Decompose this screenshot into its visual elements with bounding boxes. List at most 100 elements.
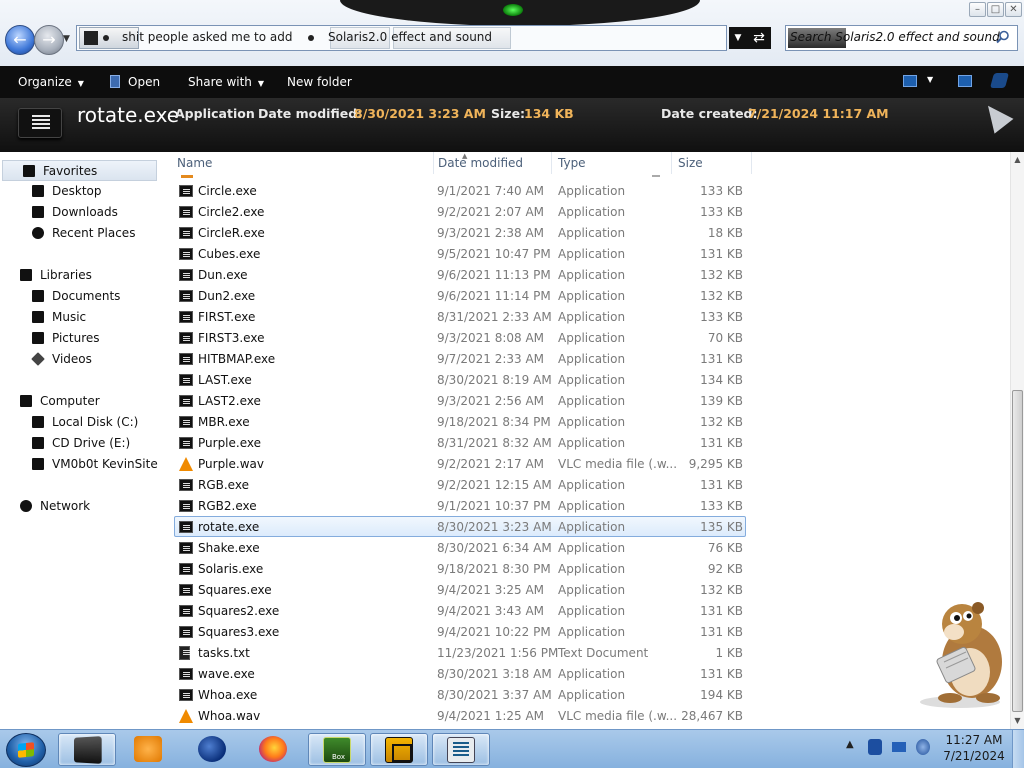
breadcrumb-separator-icon[interactable] xyxy=(103,35,109,41)
file-row[interactable]: Solaris.exe 9/18/2021 8:30 PM Application 9… xyxy=(174,558,746,579)
clock-date: 7/21/2024 xyxy=(943,749,1005,763)
forward-button[interactable]: → xyxy=(34,25,64,55)
breadcrumb-separator-icon[interactable] xyxy=(308,35,314,41)
nav-favorites[interactable]: Favorites xyxy=(2,160,157,181)
nav-label: Favorites xyxy=(43,164,98,178)
taskbar-window[interactable] xyxy=(432,733,490,766)
taskbar-browser[interactable] xyxy=(184,733,242,766)
file-row[interactable]: MBR.exe 9/18/2021 8:34 PM Application 132 K… xyxy=(174,411,746,432)
start-button[interactable] xyxy=(6,733,46,767)
file-row[interactable]: CircleR.exe 9/3/2021 2:38 AM Application 18… xyxy=(174,222,746,243)
nav-music[interactable]: Music xyxy=(32,307,86,328)
size-label: Size: xyxy=(491,106,526,121)
file-row[interactable]: FIRST.exe 8/31/2021 2:33 AM Application 133… xyxy=(174,306,746,327)
nav-network-share[interactable]: VM0b0t KevinSite xyxy=(32,454,158,475)
clock[interactable]: 11:27 AM 7/21/2024 xyxy=(938,732,1010,764)
file-type: Application xyxy=(558,394,626,408)
breadcrumb-item[interactable]: Solaris2.0 effect and sound xyxy=(328,30,492,44)
view-options-dropdown[interactable]: ▼ xyxy=(927,75,933,84)
nav-libraries[interactable]: Libraries xyxy=(20,265,92,286)
breadcrumb-item[interactable]: shit people asked me to add xyxy=(122,30,292,44)
nav-videos[interactable]: Videos xyxy=(31,349,92,370)
file-row[interactable]: tasks.txt 11/23/2021 1:56 PM Text Document… xyxy=(174,642,746,663)
recent-pages-dropdown[interactable]: ▼ xyxy=(63,34,70,44)
file-row[interactable]: Cubes.exe 9/5/2021 10:47 PM Application 131… xyxy=(174,243,746,264)
file-row[interactable]: Whoa.exe 8/30/2021 3:37 AM Application 194 … xyxy=(174,684,746,705)
nav-downloads[interactable]: Downloads xyxy=(32,202,118,223)
share-with-menu[interactable]: Share with ▼ xyxy=(188,66,264,98)
file-type: Application xyxy=(558,415,626,429)
column-header-type[interactable]: Type xyxy=(552,152,672,174)
firefox-icon xyxy=(259,736,287,762)
application-file-icon xyxy=(179,353,193,365)
title-bar: – □ ✕ ← → ▼ shit people asked me to add … xyxy=(0,0,1024,66)
file-row[interactable]: wave.exe 8/30/2021 3:18 AM Application 131 … xyxy=(174,663,746,684)
nav-documents[interactable]: Documents xyxy=(32,286,120,307)
file-size: 1 KB xyxy=(715,646,743,660)
network-icon[interactable] xyxy=(892,742,906,752)
file-row[interactable]: rotate.exe 8/30/2021 3:23 AM Application 13… xyxy=(174,516,746,537)
volume-icon[interactable] xyxy=(916,739,930,755)
file-row[interactable]: FIRST3.exe 9/3/2021 8:08 AM Application 70 … xyxy=(174,327,746,348)
file-type: Application xyxy=(558,436,626,450)
taskbar-explorer[interactable] xyxy=(58,733,116,766)
file-date-modified: 9/3/2021 2:56 AM xyxy=(437,394,545,408)
minimize-button[interactable]: – xyxy=(969,2,986,17)
file-type: Application xyxy=(558,247,626,261)
file-row[interactable]: Whoa.wav 9/4/2021 1:25 AM VLC media file (… xyxy=(174,705,746,726)
address-bar[interactable]: shit people asked me to add Solaris2.0 e… xyxy=(76,25,727,51)
change-view-icon[interactable] xyxy=(903,75,917,87)
nav-cd-drive[interactable]: CD Drive (E:) xyxy=(32,433,130,454)
search-icon[interactable] xyxy=(996,30,1010,44)
search-input[interactable]: Search Solaris2.0 effect and sound xyxy=(785,25,1018,51)
file-row[interactable]: Shake.exe 8/30/2021 6:34 AM Application 76 … xyxy=(174,537,746,558)
file-type: Application xyxy=(558,688,626,702)
file-row[interactable]: Squares.exe 9/4/2021 3:25 AM Application 13… xyxy=(174,579,746,600)
scrollbar-thumb[interactable] xyxy=(1012,390,1023,712)
file-row[interactable]: LAST2.exe 9/3/2021 2:56 AM Application 139 … xyxy=(174,390,746,411)
file-row[interactable]: Circle.exe 9/1/2021 7:40 AM Application 133… xyxy=(174,180,746,201)
preview-pane-icon[interactable] xyxy=(958,75,972,87)
maximize-button[interactable]: □ xyxy=(987,2,1004,17)
vertical-scrollbar[interactable]: ▲ ▼ xyxy=(1010,152,1024,729)
file-row[interactable]: Purple.exe 8/31/2021 8:32 AM Application 13… xyxy=(174,432,746,453)
nav-local-disk[interactable]: Local Disk (C:) xyxy=(32,412,138,433)
file-row[interactable]: RGB2.exe 9/1/2021 10:37 PM Application 133 … xyxy=(174,495,746,516)
taskbar-box[interactable]: Box xyxy=(308,733,366,766)
nav-recent-places[interactable]: Recent Places xyxy=(32,223,135,244)
show-hidden-icons-icon[interactable]: ▲ xyxy=(846,739,860,755)
back-button[interactable]: ← xyxy=(5,25,35,55)
close-button[interactable]: ✕ xyxy=(1005,2,1022,17)
nav-pictures[interactable]: Pictures xyxy=(32,328,100,349)
taskbar-media-player[interactable] xyxy=(120,733,178,766)
nav-desktop[interactable]: Desktop xyxy=(32,181,102,202)
refresh-button[interactable]: ⇄ xyxy=(747,27,771,49)
column-header-date-modified[interactable]: Date modified xyxy=(432,152,552,174)
column-header-name[interactable]: Name xyxy=(171,152,434,174)
file-row[interactable]: Squares3.exe 9/4/2021 10:22 PM Application… xyxy=(174,621,746,642)
file-row[interactable]: Dun2.exe 9/6/2021 11:14 PM Application 132 … xyxy=(174,285,746,306)
taskbar-firefox[interactable] xyxy=(245,733,303,766)
file-row[interactable]: Squares2.exe 9/4/2021 3:43 AM Application 1… xyxy=(174,600,746,621)
file-row[interactable]: Dun.exe 9/6/2021 11:13 PM Application 132 K… xyxy=(174,264,746,285)
scroll-down-button[interactable]: ▼ xyxy=(1011,713,1024,729)
new-folder-button[interactable]: New folder xyxy=(287,66,352,98)
open-button[interactable]: Open xyxy=(110,66,160,98)
file-row[interactable]: Circle2.exe 9/2/2021 2:07 AM Application 13… xyxy=(174,201,746,222)
file-date-modified: 9/3/2021 2:38 AM xyxy=(437,226,545,240)
organize-menu[interactable]: Organize ▼ xyxy=(18,66,84,98)
box-icon: Box xyxy=(323,737,351,763)
shield-icon[interactable] xyxy=(868,739,882,755)
address-dropdown-button[interactable]: ▼ xyxy=(729,27,747,49)
show-desktop-button[interactable] xyxy=(1012,730,1024,768)
file-row[interactable]: Purple.wav 9/2/2021 2:17 AM VLC media file… xyxy=(174,453,746,474)
nav-computer[interactable]: Computer xyxy=(20,391,100,412)
file-row[interactable]: LAST.exe 8/30/2021 8:19 AM Application 134 … xyxy=(174,369,746,390)
file-name: Circle2.exe xyxy=(198,205,265,219)
taskbar-vm[interactable] xyxy=(370,733,428,766)
scroll-up-button[interactable]: ▲ xyxy=(1011,152,1024,168)
file-row[interactable]: RGB.exe 9/2/2021 12:15 AM Application 131 K… xyxy=(174,474,746,495)
column-header-size[interactable]: Size xyxy=(672,152,752,174)
file-row[interactable]: HITBMAP.exe 9/7/2021 2:33 AM Application 13… xyxy=(174,348,746,369)
nav-network[interactable]: Network xyxy=(20,496,90,517)
